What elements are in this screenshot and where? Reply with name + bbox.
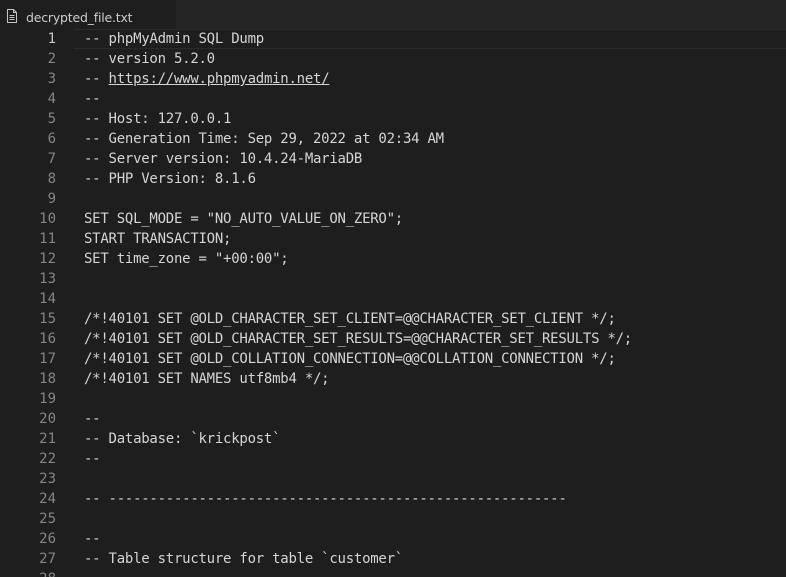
line-code: -- bbox=[84, 411, 101, 427]
editor-line[interactable]: 24 -- -----------------------------------… bbox=[0, 489, 786, 509]
line-number: 6 bbox=[47, 131, 56, 147]
editor-line[interactable]: 18 /*!40101 SET NAMES utf8mb4 */; bbox=[0, 369, 786, 389]
editor-line[interactable]: 28 -- bbox=[0, 569, 786, 577]
line-number: 21 bbox=[39, 431, 56, 447]
editor-line[interactable]: 7 -- Server version: 10.4.24-MariaDB bbox=[0, 149, 786, 169]
line-code: -- version 5.2.0 bbox=[84, 51, 215, 67]
editor-line[interactable]: 16 /*!40101 SET @OLD_CHARACTER_SET_RESULT… bbox=[0, 329, 786, 349]
line-code: -- https://www.phpmyadmin.net/ bbox=[84, 71, 330, 87]
line-number: 24 bbox=[39, 491, 56, 507]
url-link[interactable]: https://www.phpmyadmin.net/ bbox=[109, 71, 330, 87]
line-code: /*!40101 SET @OLD_COLLATION_CONNECTION=@… bbox=[84, 351, 616, 367]
editor-line[interactable]: 10 SET SQL_MODE = "NO_AUTO_VALUE_ON_ZERO"… bbox=[0, 209, 786, 229]
editor-line[interactable]: 20 -- bbox=[0, 409, 786, 429]
editor-line[interactable]: 25 bbox=[0, 509, 786, 529]
line-number: 27 bbox=[39, 551, 56, 567]
editor-line[interactable]: 11 START TRANSACTION; bbox=[0, 229, 786, 249]
line-number: 1 bbox=[47, 31, 56, 47]
tab-decrypted-file[interactable]: decrypted_file.txt bbox=[0, 0, 177, 29]
line-code: -- -------------------------------------… bbox=[84, 491, 567, 507]
editor-line[interactable]: 15 /*!40101 SET @OLD_CHARACTER_SET_CLIENT… bbox=[0, 309, 786, 329]
line-number: 26 bbox=[39, 531, 56, 547]
editor-line[interactable]: 9 bbox=[0, 189, 786, 209]
line-code: START TRANSACTION; bbox=[84, 231, 232, 247]
line-number: 10 bbox=[39, 211, 56, 227]
editor-line[interactable]: 21 -- Database: `krickpost` bbox=[0, 429, 786, 449]
line-code: SET time_zone = "+00:00"; bbox=[84, 251, 289, 267]
editor-line[interactable]: 14 bbox=[0, 289, 786, 309]
editor-line[interactable]: 3 -- https://www.phpmyadmin.net/ bbox=[0, 69, 786, 89]
line-code: -- bbox=[84, 531, 101, 547]
line-number: 23 bbox=[39, 471, 56, 487]
line-code: -- bbox=[84, 451, 101, 467]
editor-line[interactable]: 26 -- bbox=[0, 529, 786, 549]
line-number: 25 bbox=[39, 511, 56, 527]
line-number: 13 bbox=[39, 271, 56, 287]
line-code: -- phpMyAdmin SQL Dump bbox=[84, 31, 264, 47]
text-editor[interactable]: 1 -- phpMyAdmin SQL Dump 2 -- version 5.2.0… bbox=[0, 29, 786, 577]
line-number: 9 bbox=[47, 191, 56, 207]
editor-line[interactable]: 12 SET time_zone = "+00:00"; bbox=[0, 249, 786, 269]
editor-line[interactable]: 27 -- Table structure for table `customer… bbox=[0, 549, 786, 569]
line-code: -- Table structure for table `customer` bbox=[84, 551, 403, 567]
editor-line[interactable]: 23 bbox=[0, 469, 786, 489]
editor-line[interactable]: 19 bbox=[0, 389, 786, 409]
line-number: 4 bbox=[47, 91, 56, 107]
line-number: 22 bbox=[39, 451, 56, 467]
editor-line[interactable]: 13 bbox=[0, 269, 786, 289]
line-number: 20 bbox=[39, 411, 56, 427]
editor-line[interactable]: 1 -- phpMyAdmin SQL Dump bbox=[0, 29, 786, 49]
editor-line[interactable]: 4 -- bbox=[0, 89, 786, 109]
line-code: -- PHP Version: 8.1.6 bbox=[84, 171, 256, 187]
line-code: -- Host: 127.0.0.1 bbox=[84, 111, 232, 127]
line-code: -- bbox=[84, 569, 101, 577]
line-code: SET SQL_MODE = "NO_AUTO_VALUE_ON_ZERO"; bbox=[84, 211, 403, 227]
editor-line[interactable]: 5 -- Host: 127.0.0.1 bbox=[0, 109, 786, 129]
line-code: -- bbox=[84, 91, 101, 107]
editor-line[interactable]: 2 -- version 5.2.0 bbox=[0, 49, 786, 69]
editor-line[interactable]: 6 -- Generation Time: Sep 29, 2022 at 02:… bbox=[0, 129, 786, 149]
line-number: 28 bbox=[0, 569, 56, 577]
line-number: 2 bbox=[47, 51, 56, 67]
line-code: /*!40101 SET @OLD_CHARACTER_SET_RESULTS=… bbox=[84, 331, 632, 347]
line-number: 15 bbox=[39, 311, 56, 327]
editor-line[interactable]: 22 -- bbox=[0, 449, 786, 469]
line-number: 3 bbox=[47, 71, 56, 87]
line-number: 19 bbox=[39, 391, 56, 407]
file-lines-icon bbox=[7, 9, 17, 23]
editor-line[interactable]: 17 /*!40101 SET @OLD_COLLATION_CONNECTION… bbox=[0, 349, 786, 369]
line-number: 5 bbox=[47, 111, 56, 127]
tab-bar: decrypted_file.txt bbox=[0, 0, 786, 29]
line-number: 17 bbox=[39, 351, 56, 367]
line-code: -- Server version: 10.4.24-MariaDB bbox=[84, 151, 363, 167]
line-code: -- Database: `krickpost` bbox=[84, 431, 281, 447]
line-number: 12 bbox=[39, 251, 56, 267]
line-code: -- Generation Time: Sep 29, 2022 at 02:3… bbox=[84, 131, 444, 147]
line-number: 18 bbox=[39, 371, 56, 387]
line-number: 16 bbox=[39, 331, 56, 347]
line-number: 14 bbox=[39, 291, 56, 307]
line-code: /*!40101 SET @OLD_CHARACTER_SET_CLIENT=@… bbox=[84, 311, 616, 327]
line-number: 11 bbox=[39, 231, 56, 247]
editor-line[interactable]: 8 -- PHP Version: 8.1.6 bbox=[0, 169, 786, 189]
tab-label: decrypted_file.txt bbox=[26, 10, 133, 25]
line-number: 7 bbox=[47, 151, 56, 167]
line-code: /*!40101 SET NAMES utf8mb4 */; bbox=[84, 371, 330, 387]
line-number: 8 bbox=[47, 171, 56, 187]
